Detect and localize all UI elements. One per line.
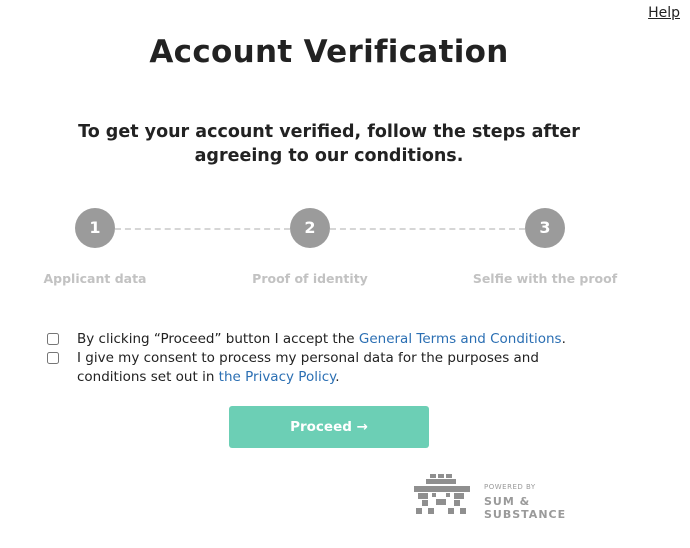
privacy-policy-link[interactable]: the Privacy Policy: [219, 369, 336, 385]
step-3-circle: 3: [525, 208, 565, 248]
verification-stepper: 1 2 3 Applicant data Proof of identity S…: [0, 208, 690, 298]
step-2-circle: 2: [290, 208, 330, 248]
proceed-button[interactable]: Proceed →: [229, 406, 429, 448]
terms-consent-suffix: .: [561, 331, 566, 347]
privacy-consent-row: I give my consent to process my personal…: [47, 349, 607, 387]
privacy-checkbox[interactable]: [47, 352, 59, 364]
step-1-circle: 1: [75, 208, 115, 248]
terms-consent-text: By clicking “Proceed” button I accept th…: [77, 331, 359, 347]
powered-by-badge: POWERED BY SUM & SUBSTANCE: [412, 472, 612, 521]
step-3-label: Selfie with the proof: [472, 271, 618, 286]
step-connector-1-2: [115, 228, 290, 230]
step-connector-2-3: [330, 228, 525, 230]
terms-consent-row: By clicking “Proceed” button I accept th…: [47, 330, 607, 349]
privacy-consent-suffix: .: [335, 369, 340, 385]
terms-checkbox[interactable]: [47, 333, 59, 345]
consent-section: By clicking “Proceed” button I accept th…: [47, 330, 607, 387]
page-title: Account Verification: [149, 34, 509, 70]
powered-by-label: POWERED BY: [484, 483, 536, 491]
step-1-label: Applicant data: [43, 271, 147, 286]
terms-link[interactable]: General Terms and Conditions: [359, 331, 562, 347]
page-subtitle: To get your account verified, follow the…: [78, 122, 580, 166]
help-link[interactable]: Help: [648, 5, 680, 21]
company-name: SUM & SUBSTANCE: [484, 495, 567, 521]
sum-substance-logo-icon: [414, 474, 470, 514]
step-2-label: Proof of identity: [252, 271, 368, 286]
